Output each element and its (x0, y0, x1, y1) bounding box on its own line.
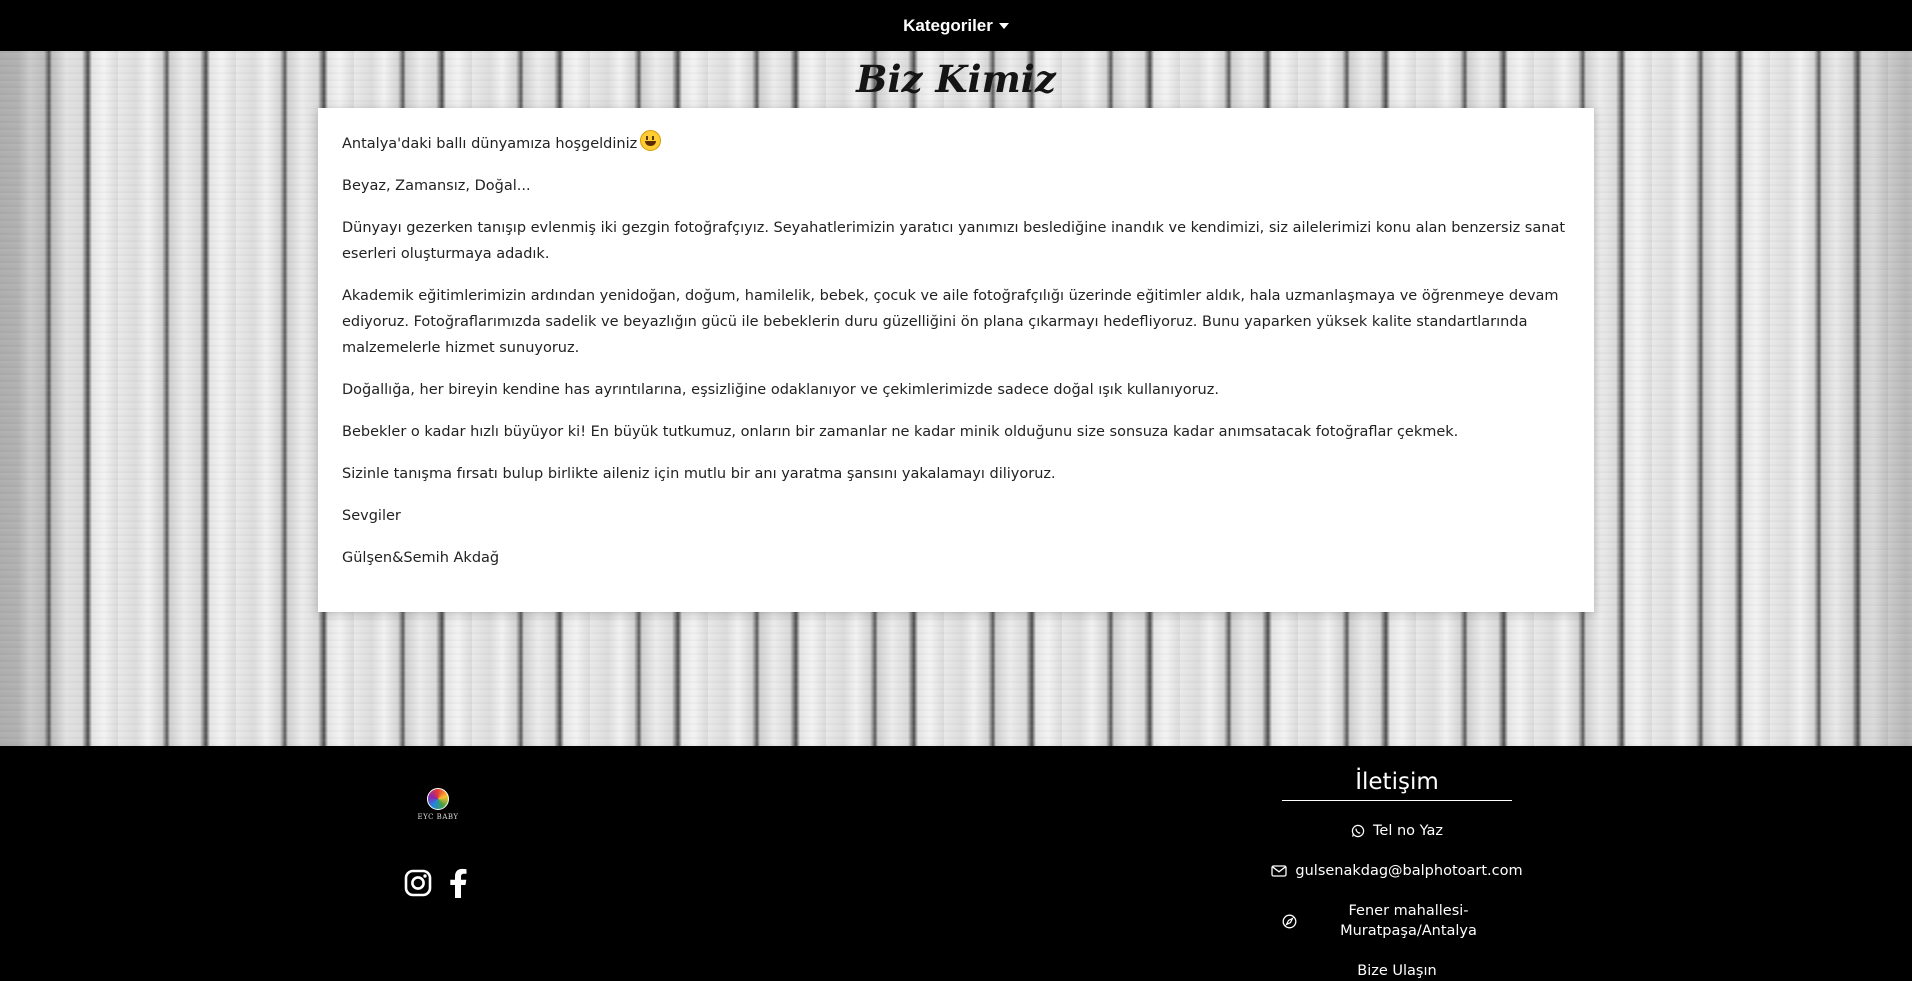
paragraph: Doğallığa, her bireyin kendine has ayrın… (342, 382, 1219, 398)
paragraph: Beyaz, Zamansız, Doğal... (342, 178, 531, 194)
logo-mark-icon (427, 788, 449, 810)
about-content-card: Antalya'daki ballı dünyamıza hoşgeldiniz… (318, 108, 1594, 612)
paragraph: Sizinle tanışma fırsatı bulup birlikte a… (342, 466, 1056, 482)
instagram-icon[interactable] (404, 869, 432, 901)
facebook-icon[interactable] (448, 868, 468, 902)
contact-us-link[interactable]: Bize Ulaşın (1282, 961, 1512, 981)
footer: EYC BABY İletişim Tel no Yaz gulsenakdag… (0, 746, 1912, 979)
grinning-face-icon (640, 130, 662, 151)
contact-address-text: Fener mahallesi-Muratpaşa/Antalya (1340, 903, 1477, 939)
contact-section: İletişim Tel no Yaz gulsenakdag@balphoto… (1271, 764, 1523, 981)
contact-email[interactable]: gulsenakdag@balphotoart.com (1271, 861, 1523, 881)
page-title: Biz Kimiz (856, 57, 1056, 101)
brand-logo[interactable]: EYC BABY (416, 788, 460, 832)
paragraph: Dünyayı gezerken tanışıp evlenmiş iki ge… (342, 220, 1566, 262)
contact-address[interactable]: Fener mahallesi-Muratpaşa/Antalya (1282, 901, 1512, 941)
social-links (404, 868, 468, 902)
caret-down-icon (998, 22, 1009, 29)
categories-dropdown-toggle[interactable]: Kategoriler (903, 16, 1009, 36)
contact-us-text: Bize Ulaşın (1357, 963, 1437, 979)
whatsapp-icon (1351, 824, 1365, 838)
top-navbar: Kategoriler (0, 0, 1912, 51)
paragraph-welcome: Antalya'daki ballı dünyamıza hoşgeldiniz (342, 130, 1570, 157)
contact-phone[interactable]: Tel no Yaz (1282, 821, 1512, 841)
categories-dropdown-label: Kategoriler (903, 15, 993, 35)
contact-email-text: gulsenakdag@balphotoart.com (1295, 863, 1523, 879)
envelope-icon (1271, 865, 1288, 877)
paragraph: Bebekler o kadar hızlı büyüyor ki! En bü… (342, 424, 1459, 440)
contact-title: İletişim (1282, 764, 1512, 801)
paragraph: Akademik eğitimlerimizin ardından yenido… (342, 288, 1559, 356)
contact-phone-text: Tel no Yaz (1373, 823, 1443, 839)
compass-icon (1282, 914, 1297, 928)
paragraph-welcome-text: Antalya'daki ballı dünyamıza hoşgeldiniz (342, 136, 638, 152)
paragraph-signature: Gülşen&Semih Akdağ (342, 550, 500, 566)
logo-text: EYC BABY (417, 813, 459, 821)
paragraph-signoff: Sevgiler (342, 508, 401, 524)
